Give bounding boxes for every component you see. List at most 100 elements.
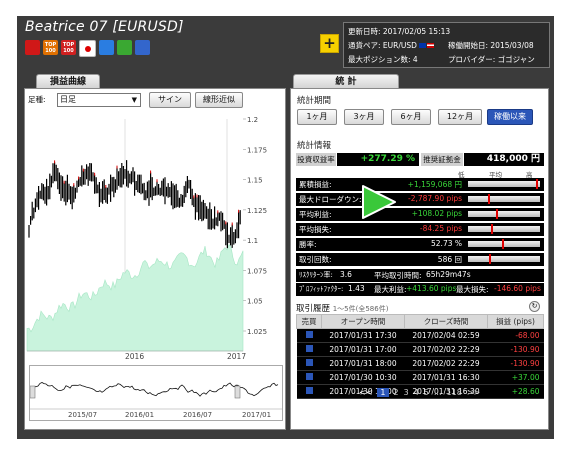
gauge-marker [491, 224, 494, 234]
nav-tick-4: 2017/01 [242, 411, 271, 419]
stat-value: +108.02 pips [411, 209, 462, 218]
nav-tick-2: 2016/01 [125, 411, 154, 419]
margin-value: 418,000 円 [464, 153, 544, 166]
close-time: 2017/02/02 22:29 [404, 342, 488, 357]
stat-gauge [468, 179, 540, 189]
stat-label: 取引回数: [299, 255, 332, 264]
us-flag-icon [427, 43, 435, 48]
pips-value: -130.90 [487, 356, 544, 371]
table-row[interactable]: 2017/01/31 17:00 2017/02/02 22:29 -130.90 [296, 342, 544, 357]
navigator-line [34, 382, 279, 397]
period-title: 統計期間 [297, 96, 332, 106]
provider-text: プロバイダー: ゴゴジャン [448, 55, 535, 64]
page-4[interactable]: 4 [414, 388, 419, 397]
open-time: 2017/01/31 17:00 [321, 342, 405, 357]
navigator-panel[interactable]: 2015/07 2016/01 2016/07 2017/01 [29, 365, 283, 421]
chart-badge-icon [99, 40, 114, 55]
y-tick-label: 1.15 [247, 177, 263, 185]
stat-value: 52.73 % [431, 239, 462, 248]
y-tick-label: 1.2 [247, 116, 258, 124]
table-row[interactable]: 2017/01/30 10:30 2017/01/31 16:30 +37.00 [296, 370, 544, 385]
price-candles [28, 160, 241, 249]
x-tick-2016: 2016 [125, 352, 144, 361]
stat-label: 累積損益: [299, 180, 332, 189]
refresh-icon[interactable]: ↻ [529, 301, 540, 312]
gauge-marker [487, 194, 490, 204]
navigator-left-handle[interactable] [30, 385, 36, 399]
page-last[interactable]: 118 [447, 388, 462, 397]
stat-row: 勝率: 52.73 % [296, 238, 544, 251]
extra-stats-1: ﾘｽｸﾘﾀｰﾝ率: 3.6 平均取引時間: 65h29m47s [296, 269, 544, 282]
stat-value: 586 回 [437, 255, 462, 264]
close-time: 2017/02/04 02:59 [404, 328, 488, 343]
strategy-info-panel: 更新日時: 2017/02/05 15:13 通貨ペア: EUR/USD 稼働開… [343, 22, 550, 68]
stat-label: 最大ドローダウン: [299, 195, 362, 204]
page-current[interactable]: 1 [377, 388, 389, 397]
stat-gauge [468, 209, 540, 219]
equity-area [26, 243, 244, 352]
stat-label: 平均利益: [299, 210, 332, 219]
stat-row: 累積損益: +1,159,068 円 [296, 178, 544, 191]
pips-value: -130.90 [487, 342, 544, 357]
max-positions-text: 最大ポジション数: 4 [348, 55, 418, 64]
period-all-button[interactable]: 稼働以来 [487, 109, 533, 125]
trophy-icon [117, 40, 132, 55]
period-3m-button[interactable]: 3ヶ月 [344, 109, 384, 125]
pagination: << 1 2 3 4 5 ... 118 >> [359, 388, 480, 397]
close-time: 2017/02/02 22:29 [404, 356, 488, 371]
open-time: 2017/01/31 18:00 [321, 356, 405, 371]
badge-icons: TOP 100 TOP 100 [25, 40, 150, 57]
period-6m-button[interactable]: 6ヶ月 [391, 109, 431, 125]
stat-row: 平均利益: +108.02 pips [296, 208, 544, 221]
add-favorite-button[interactable]: + [320, 34, 339, 53]
stats-title: 統計情報 [297, 141, 332, 151]
stat-value: -2,787.90 pips [407, 194, 462, 203]
start-date-text: 稼働開始日: 2015/03/08 [448, 41, 534, 50]
extra-stats-2: ﾌﾟﾛﾌｨｯﾄﾌｧｸﾀｰ: 1.43 最大利益: +413.60 pips 最大… [296, 283, 544, 296]
pair-text: 通貨ペア: EUR/USD [348, 40, 435, 51]
table-row[interactable]: 2017/01/31 17:30 2017/02/04 02:59 -68.00 [296, 328, 544, 343]
stat-row: 取引回数: 586 回 [296, 253, 544, 266]
page-3[interactable]: 3 [404, 388, 409, 397]
gauge-marker [535, 179, 538, 189]
profit-curve-panel: 足種: 日足 ▼ サイン 線形近似 1.2 1.175 1.15 1.125 1.1 1.0… [24, 88, 286, 430]
ranking-icon [25, 40, 40, 55]
top100-alt-icon: TOP 100 [61, 40, 76, 55]
gauge-marker [489, 254, 491, 264]
gauge-marker [501, 239, 504, 249]
page-prev[interactable]: << [359, 388, 372, 397]
japan-flag-icon [79, 40, 96, 57]
stat-gauge [468, 239, 540, 249]
page-5[interactable]: 5 [424, 388, 429, 397]
top100-icon: TOP 100 [43, 40, 58, 55]
navigator-right-handle[interactable] [234, 385, 241, 399]
stat-value: -84.25 pips [419, 224, 462, 233]
updated-text: 更新日時: 2017/02/05 15:13 [348, 27, 451, 36]
nav-tick-1: 2015/07 [68, 411, 97, 419]
stat-label: 勝率: [299, 240, 317, 249]
page-next[interactable]: >> [467, 388, 480, 397]
open-time: 2017/01/31 17:30 [321, 328, 405, 343]
period-12m-button[interactable]: 12ヶ月 [438, 109, 482, 125]
margin-label: 推奨証拠金 [421, 153, 463, 166]
col-type: 売買 [296, 314, 322, 329]
stat-gauge [468, 254, 540, 264]
statistics-panel: 統計期間 1ヶ月 3ヶ月 6ヶ月 12ヶ月 稼働以来 統計情報 投資収益率 +2… [290, 88, 549, 430]
page-2[interactable]: 2 [394, 388, 399, 397]
strategy-title: Beatrice 07 [EURUSD] [25, 19, 184, 35]
gauge-marker [496, 209, 498, 219]
y-tick-label: 1.125 [247, 207, 267, 215]
trade-history-table: 売買 オープン時間 クローズ時間 損益 (pips) 2017/01/31 17… [296, 314, 544, 399]
pips-value: +37.00 [487, 370, 544, 385]
table-row[interactable]: 2017/01/31 18:00 2017/02/02 22:29 -130.90 [296, 356, 544, 371]
page-ellipsis: ... [433, 388, 442, 397]
nav-tick-3: 2016/07 [183, 411, 212, 419]
roi-value: +277.29 % [337, 153, 419, 166]
col-open: オープン時間 [321, 314, 405, 329]
play-overlay-icon[interactable] [359, 182, 399, 222]
col-pips: 損益 (pips) [487, 314, 544, 329]
buy-sell-icon [296, 384, 322, 399]
period-1m-button[interactable]: 1ヶ月 [297, 109, 337, 125]
buy-sell-icon [296, 356, 322, 371]
strategy-window: Beatrice 07 [EURUSD] TOP 100 TOP 100 + 更新… [17, 16, 554, 439]
